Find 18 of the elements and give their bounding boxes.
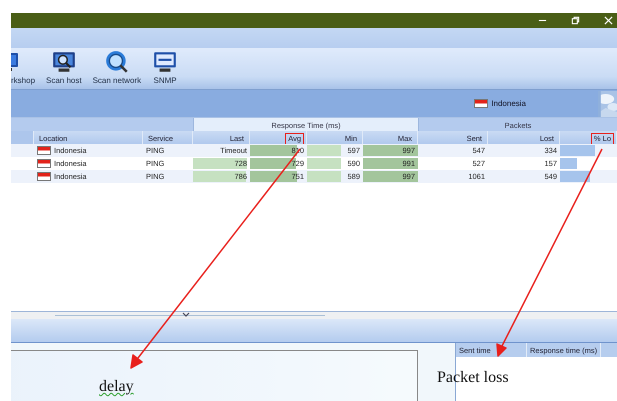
toolbar-button[interactable]: Scan network [92,50,142,85]
globe-magnifier-icon [104,50,130,74]
flag-icon [37,146,51,155]
monitor-icon [152,50,178,74]
annotation-text: delay [99,378,134,396]
toolbar-button[interactable]: SNMP [152,50,178,85]
restore-icon[interactable] [571,16,580,25]
country-label: Indonesia [491,99,526,108]
toolbar-button[interactable]: Scan host [46,50,82,85]
monitor-magnifier-icon [50,50,77,74]
toolbar-button[interactable]: rkshop [11,50,36,85]
flag-icon [474,99,488,108]
annotation-text: Packet loss [437,369,509,387]
chevron-icon[interactable] [182,312,190,317]
flag-icon [37,172,51,181]
flag-icon [37,159,51,168]
monitor-icon [11,50,20,74]
close-icon[interactable] [604,16,613,25]
